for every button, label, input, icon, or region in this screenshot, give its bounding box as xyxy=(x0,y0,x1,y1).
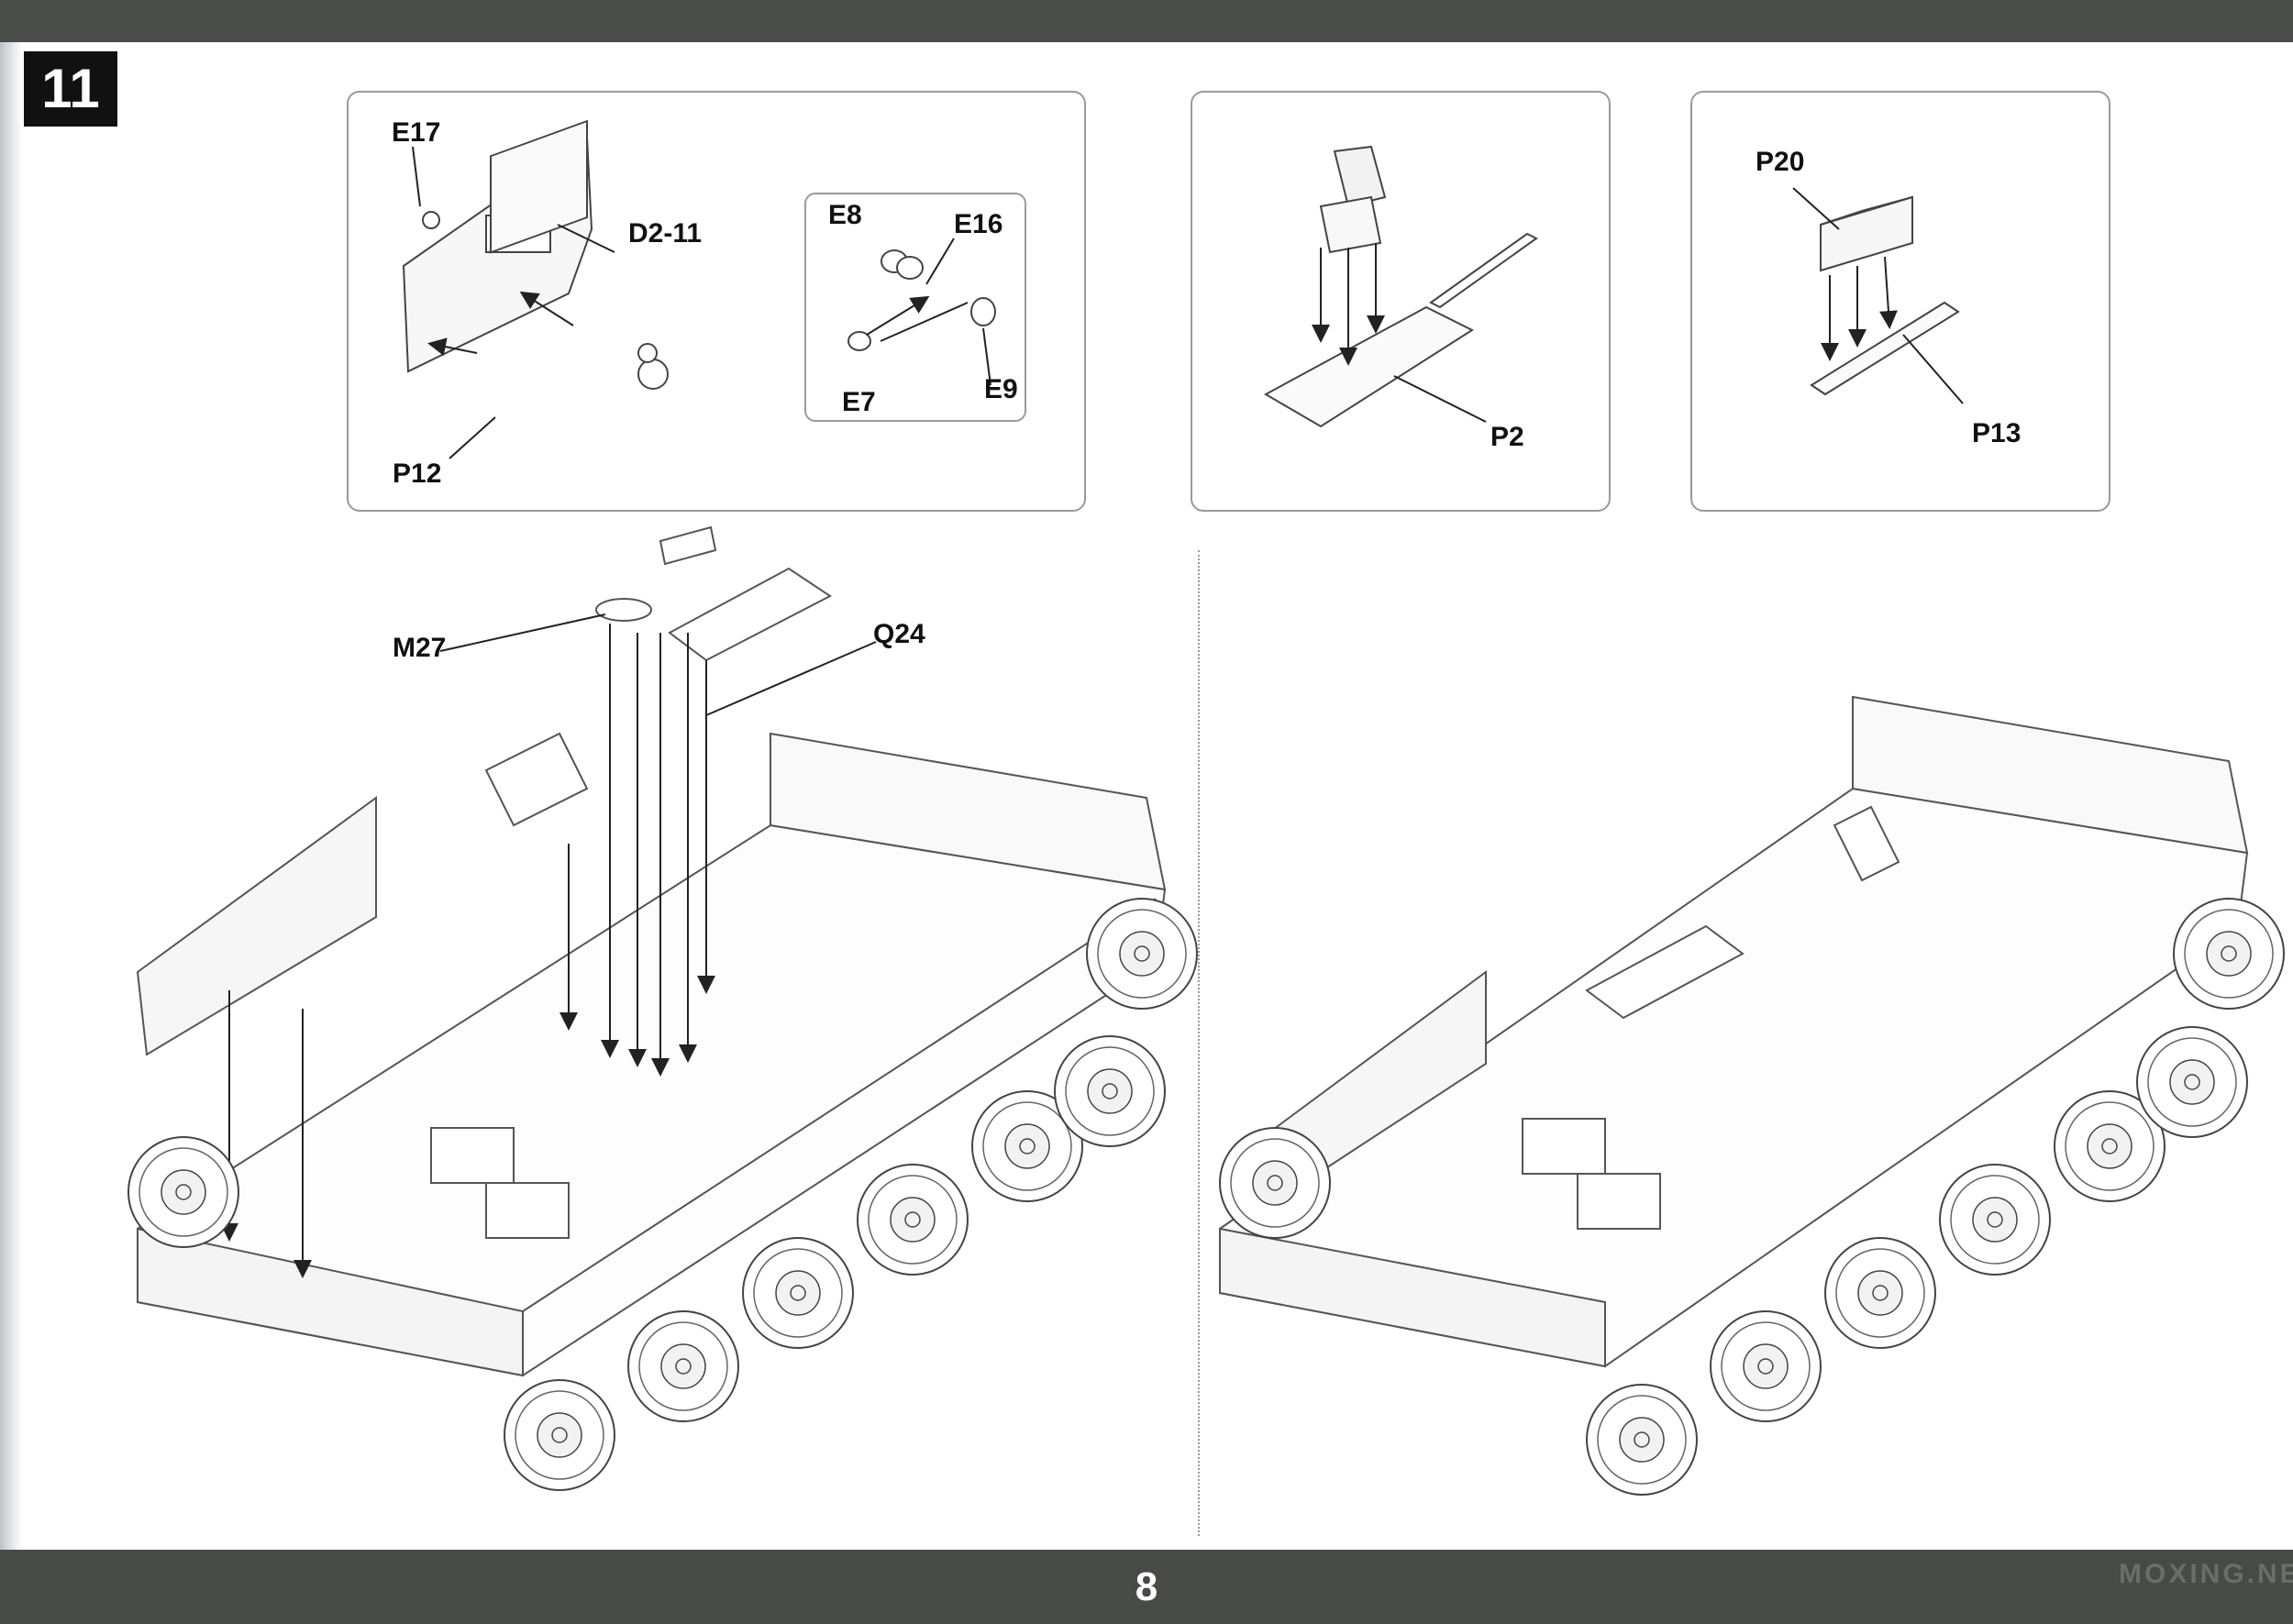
page-number: 8 xyxy=(1135,1564,1158,1609)
label-m27: M27 xyxy=(393,633,447,663)
watermark: MOXING.NET xyxy=(2119,1559,2293,1589)
label-p12: P12 xyxy=(393,458,442,489)
seat-drawing xyxy=(1263,145,1538,428)
label-q24: Q24 xyxy=(873,619,925,649)
hull-exploded-view xyxy=(136,525,1167,1377)
label-e7: E7 xyxy=(842,387,876,417)
side-panel-drawing xyxy=(402,119,669,459)
label-d2-11: D2-11 xyxy=(628,218,703,249)
box-drawing xyxy=(1792,187,1964,404)
label-p2: P2 xyxy=(1490,422,1524,452)
hardware-drawing xyxy=(847,238,996,386)
hull-completed-view xyxy=(1219,695,2249,1368)
label-e17: E17 xyxy=(392,117,441,148)
label-e9: E9 xyxy=(984,374,1018,404)
label-p20: P20 xyxy=(1756,147,1805,177)
assembly-drawings xyxy=(127,119,2285,1496)
label-p13: P13 xyxy=(1972,418,2022,448)
label-e16: E16 xyxy=(954,209,1003,239)
label-e8: E8 xyxy=(828,200,862,230)
